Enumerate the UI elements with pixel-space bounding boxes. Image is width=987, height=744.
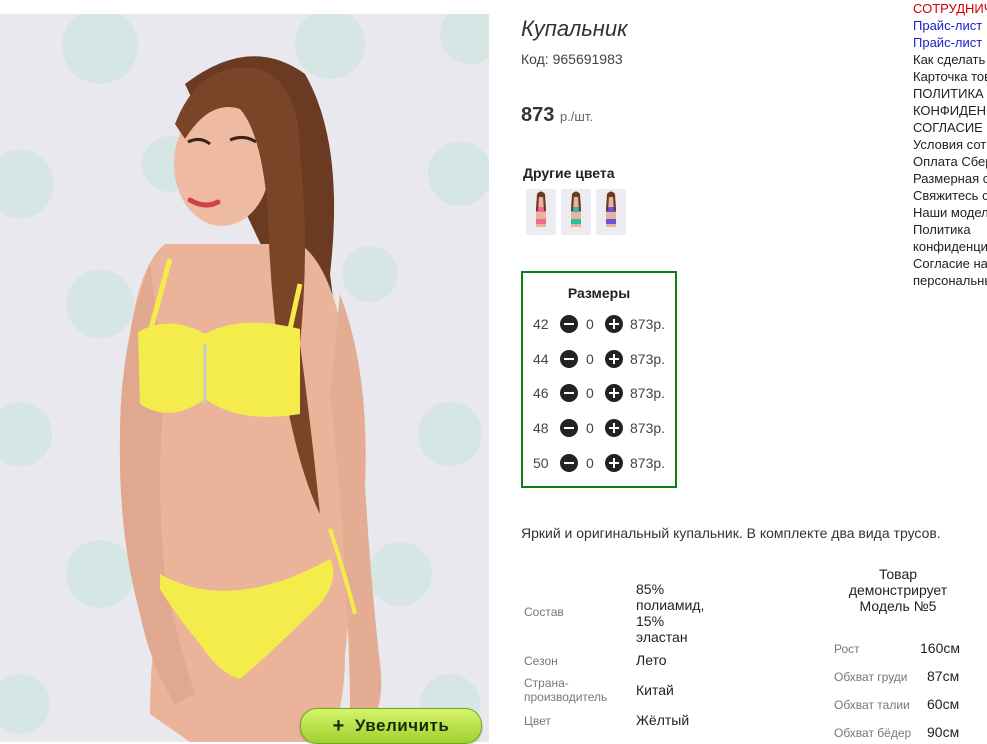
side-link-sberbank-payment[interactable]: Оплата Сбербанк: [913, 153, 987, 170]
color-label: Цвет: [524, 714, 551, 728]
side-link-size-chart[interactable]: Размерная сетка: [913, 170, 987, 187]
side-link-cooperation-terms[interactable]: Условия сотрудничества: [913, 136, 987, 153]
side-links: СОТРУДНИЧЕСТВО Прайс-лист Прайс-лист Как…: [913, 0, 987, 289]
size-row: 48 0 873р.: [523, 417, 675, 441]
plus-icon: +: [332, 715, 345, 737]
country-label: Страна- производитель: [524, 676, 607, 704]
color-thumbnail-pink[interactable]: [526, 189, 556, 235]
model-chest-label: Обхват груди: [834, 670, 908, 684]
minus-icon[interactable]: [560, 350, 578, 368]
color-thumbnail-violet[interactable]: [596, 189, 626, 235]
price-value: 873: [521, 104, 555, 126]
size-price: 873р.: [630, 316, 666, 332]
composition-line: полиамид,: [636, 597, 705, 613]
zoom-button-label: Увеличить: [354, 716, 450, 735]
model-heading-line: Товар: [878, 566, 918, 582]
product-description: Яркий и оригинальный купальник. В компле…: [521, 525, 941, 541]
plus-icon[interactable]: [605, 315, 623, 333]
zoom-button[interactable]: + Увеличить: [300, 708, 482, 744]
plus-icon[interactable]: [605, 384, 623, 402]
size-price: 873р.: [630, 420, 666, 436]
side-link-confidentiality[interactable]: КОНФИДЕНЦИАЛЬНОСТИ: [913, 102, 987, 119]
side-link-price-list[interactable]: Прайс-лист: [913, 34, 987, 51]
model-waist-value: 60см: [927, 696, 960, 712]
side-link-contact[interactable]: Свяжитесь с нами: [913, 187, 987, 204]
size-row: 42 0 873р.: [523, 313, 675, 337]
size-label: 48: [533, 420, 549, 436]
model-height-label: Рост: [834, 642, 860, 656]
minus-icon[interactable]: [560, 315, 578, 333]
product-photo[interactable]: [0, 14, 489, 742]
model-heading-line: демонстрирует: [848, 582, 948, 598]
size-quantity: 0: [586, 385, 594, 401]
plus-icon[interactable]: [605, 419, 623, 437]
minus-icon[interactable]: [560, 419, 578, 437]
composition-line: эластан: [636, 629, 688, 645]
size-label: 46: [533, 385, 549, 401]
composition-label: Состав: [524, 605, 564, 619]
size-quantity: 0: [586, 455, 594, 471]
product-title: Купальник: [521, 16, 628, 41]
color-thumbnail-green[interactable]: [561, 189, 591, 235]
country-label-line: производитель: [524, 690, 608, 704]
size-label: 50: [533, 455, 549, 471]
side-link-cooperation[interactable]: СОТРУДНИЧЕСТВО: [913, 0, 987, 17]
color-thumbnails: [526, 189, 626, 235]
side-link-price-list[interactable]: Прайс-лист: [913, 17, 987, 34]
thumbnail-pink-image: [526, 189, 556, 235]
season-value: Лето: [636, 652, 667, 668]
country-value: Китай: [636, 682, 674, 698]
model-hips-value: 90см: [927, 724, 960, 740]
model-hips-label: Обхват бёдер: [834, 726, 912, 740]
model-height-value: 160см: [920, 640, 960, 656]
size-row: 44 0 873р.: [523, 348, 675, 372]
model-chest-value: 87см: [927, 668, 960, 684]
country-label-line: Страна-: [524, 676, 569, 690]
side-link-privacy-2[interactable]: конфиденциальности: [913, 238, 987, 255]
thumbnail-green-image: [561, 189, 591, 235]
size-label: 42: [533, 316, 549, 332]
size-quantity: 0: [586, 351, 594, 367]
plus-icon[interactable]: [605, 350, 623, 368]
thumbnail-violet-image: [596, 189, 626, 235]
price-unit: р./шт.: [559, 109, 593, 124]
model-heading-line: Модель №5: [859, 598, 937, 614]
side-link-how-to-order[interactable]: Как сделать заказ: [913, 51, 987, 68]
composition-value: 85% полиамид, 15% эластан: [636, 581, 704, 645]
model-heading: Товар демонстрирует Модель №5: [838, 566, 958, 614]
plus-icon[interactable]: [605, 454, 623, 472]
side-link-policy[interactable]: ПОЛИТИКА: [913, 85, 987, 102]
side-link-our-models[interactable]: Наши модели: [913, 204, 987, 221]
product-price: 873 р./шт.: [521, 104, 593, 127]
size-row: 50 0 873р.: [523, 452, 675, 476]
sizes-heading: Размеры: [567, 285, 631, 301]
season-label: Сезон: [524, 654, 558, 668]
sizes-panel: Размеры 42 0 873р. 44 0 873р. 46 0 873р.…: [521, 271, 677, 488]
side-link-data-consent[interactable]: Согласие на обработку: [913, 255, 987, 272]
composition-line: 85%: [636, 581, 665, 597]
size-price: 873р.: [630, 351, 666, 367]
composition-line: 15%: [636, 613, 665, 629]
size-row: 46 0 873р.: [523, 382, 675, 406]
size-quantity: 0: [586, 420, 594, 436]
color-value: Жёлтый: [636, 712, 690, 728]
model-waist-label: Обхват талии: [834, 698, 910, 712]
side-link-privacy[interactable]: Политика: [913, 221, 987, 238]
other-colors-heading: Другие цвета: [523, 165, 615, 181]
size-label: 44: [533, 351, 549, 367]
product-photo-illustration: [0, 14, 489, 742]
size-price: 873р.: [630, 455, 666, 471]
side-link-product-card[interactable]: Карточка товара: [913, 68, 987, 85]
side-link-data-consent-2[interactable]: персональных данных: [913, 272, 987, 289]
minus-icon[interactable]: [560, 454, 578, 472]
size-quantity: 0: [586, 316, 594, 332]
minus-icon[interactable]: [560, 384, 578, 402]
size-price: 873р.: [630, 385, 666, 401]
product-code: Код: 965691983: [521, 51, 623, 67]
side-link-consent[interactable]: СОГЛАСИЕ: [913, 119, 987, 136]
